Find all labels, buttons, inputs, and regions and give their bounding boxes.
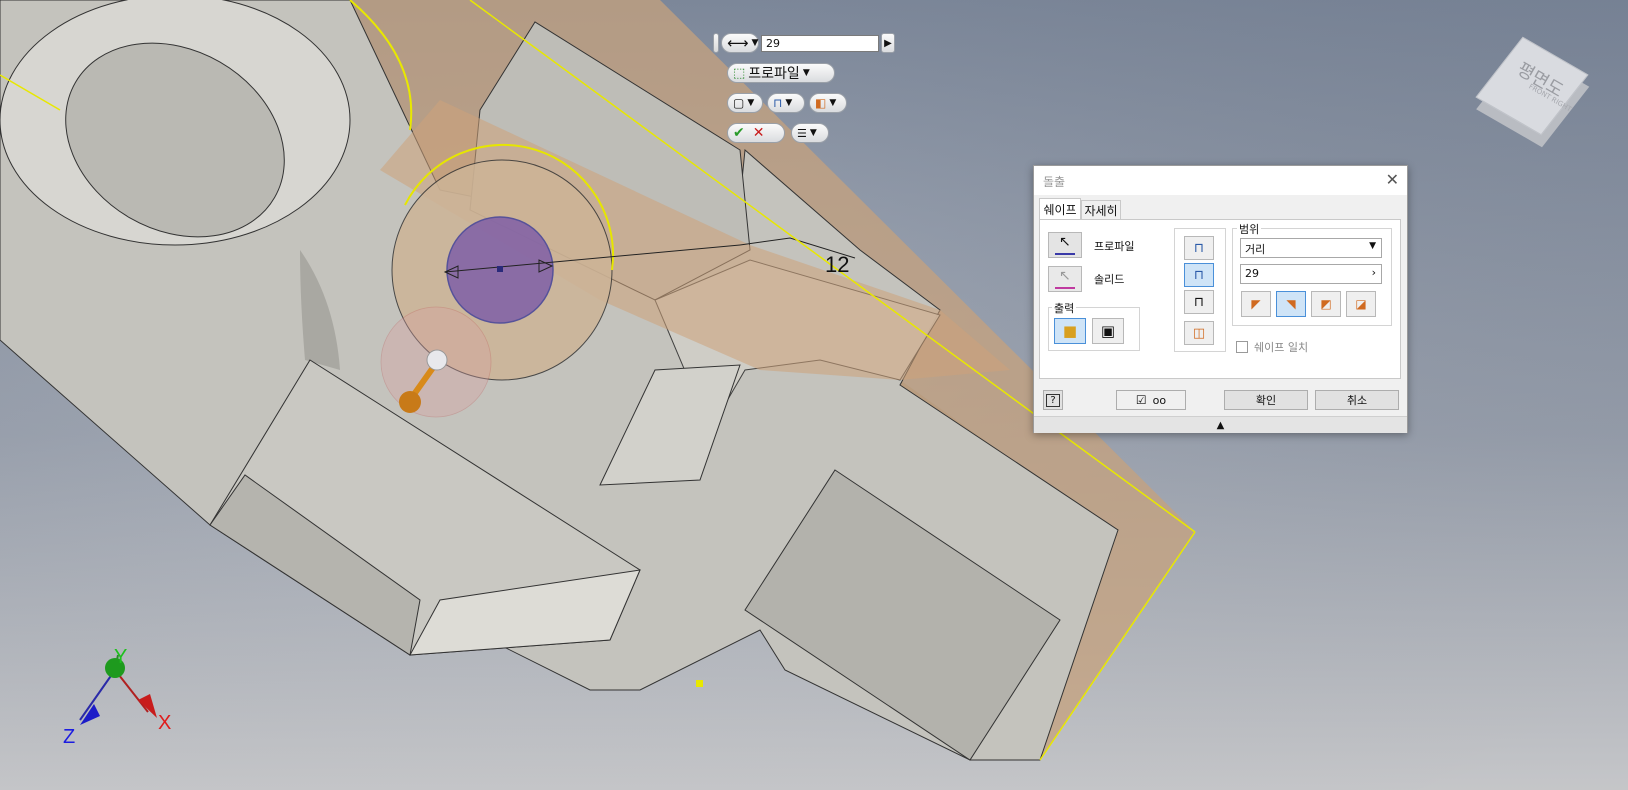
cut-icon: ⊓ [1193,267,1205,283]
shape-panel: ↖ 프로파일 ↖ 솔리드 출력 ■ ▣ ⊓ ⊓ ⊓ ◫ 범위 거리 ▼ 29 ›… [1039,219,1401,379]
mini-toolbar-options: ▢ ▼ ⊓ ▼ ◧ ▼ [727,93,847,113]
checkbox-checked-icon: ☑ [1135,393,1147,407]
mini-toolbar-commit: ✔ ✕ ☰ ▼ [727,123,829,143]
axis-y-label: Y [114,646,128,668]
surface-cube-icon: ▣ [1100,322,1116,340]
profile-label: 프로파일 [1094,240,1135,253]
close-icon[interactable]: ✕ [753,125,765,141]
intersect-button[interactable]: ⊓ [1184,290,1214,314]
chevron-down-icon: ▼ [802,68,810,78]
close-icon[interactable]: ✕ [1386,170,1399,189]
chevron-down-icon: ▼ [785,98,793,108]
cancel-button[interactable]: 취소 [1315,390,1399,410]
direction-asymmetric-icon: ◪ [1355,297,1367,311]
output-group-title: 출력 [1052,300,1077,316]
mini-toolbar-grip[interactable] [713,33,719,53]
profile-select-icon: ⬚ [733,65,746,81]
expand-dialog-button[interactable]: ▲ [1034,416,1407,433]
direction-flipped-icon: ◥ [1286,297,1296,311]
extent-distance-value: 29 [1245,267,1259,280]
view-cube[interactable]: 평면도 FRONT RIGHT [1475,30,1598,140]
axis-x-label: X [158,712,172,734]
solid-label: 솔리드 [1094,273,1125,286]
new-solid-icon: ◫ [1192,325,1206,341]
output-dropdown[interactable]: ▢ ▼ [727,93,763,113]
chevron-down-icon: ▼ [809,128,817,138]
tab-shape[interactable]: 쉐이프 [1039,198,1081,220]
play-icon: ▶ [884,37,892,49]
chevron-down-icon: ▼ [747,98,755,108]
help-icon: ? [1046,393,1060,407]
list-icon: ☰ [797,126,807,140]
arrow-cursor-icon: ↖ [1059,268,1071,284]
ok-cancel-group: ✔ ✕ [727,123,785,143]
operation-dropdown[interactable]: ⊓ ▼ [767,93,805,113]
direction-symmetric-icon: ◩ [1320,297,1332,311]
join-button[interactable]: ⊓ [1184,236,1214,260]
direction-dropdown[interactable]: ◧ ▼ [809,93,847,113]
direction-default-icon: ◤ [1251,297,1261,311]
check-icon[interactable]: ✔ [733,125,745,141]
solid-cube-icon: ■ [1062,322,1078,340]
solid-selector-button[interactable]: ↖ [1048,266,1082,292]
match-shape-label: 쉐이프 일치 [1254,341,1309,354]
distance-icon: ⟷ [727,34,749,52]
axis-z-label: Z [63,726,76,748]
distance-input[interactable]: 29 [761,34,879,52]
profile-select-label: 프로파일 [748,66,800,82]
direction-flipped-button[interactable]: ◥ [1276,291,1306,317]
match-shape-checkbox[interactable] [1236,341,1248,353]
join-icon: ⊓ [773,96,783,110]
ok-button[interactable]: 확인 [1224,390,1308,410]
direction-symmetric-button[interactable]: ◩ [1311,291,1341,317]
mini-toolbar-profile: ⬚ 프로파일 ▼ [727,63,835,83]
solid-icon: ▢ [733,96,745,110]
dialog-titlebar[interactable]: 돌출 ✕ [1034,166,1407,195]
extrude-dialog: 돌출 ✕ 쉐이프 자세히 ↖ 프로파일 ↖ 솔리드 출력 ■ ▣ ⊓ ⊓ ⊓ ◫… [1033,165,1408,433]
mini-toolbar-distance: ⟷ ▼ 29 ▶ [713,33,895,53]
extent-type-select[interactable]: 거리 ▼ [1240,238,1382,258]
direction-icon: ◧ [815,96,827,110]
dimension-label[interactable]: 12 [825,252,849,278]
surface-output-button[interactable]: ▣ [1092,318,1124,344]
profile-underline [1055,253,1075,255]
chevron-right-icon: › [1371,266,1376,279]
direction-asymmetric-button[interactable]: ◪ [1346,291,1376,317]
help-button[interactable]: ? [1043,390,1063,410]
solid-output-button[interactable]: ■ [1054,318,1086,344]
arrow-cursor-icon: ↖ [1059,234,1071,250]
extent-type-dropdown[interactable]: ⟷ ▼ [721,33,759,53]
chevron-down-icon: ▼ [829,98,837,108]
chevron-down-icon: ▼ [1369,241,1376,251]
extent-distance-input[interactable]: 29 › [1240,264,1382,284]
options-dropdown[interactable]: ☰ ▼ [791,123,829,143]
chevron-up-icon: ▲ [1216,420,1225,431]
dialog-title: 돌출 [1043,175,1066,189]
preview-toggle[interactable]: ☑ oo [1116,390,1186,410]
join-icon: ⊓ [1193,240,1205,256]
intersect-icon: ⊓ [1193,294,1205,310]
distance-flyout-button[interactable]: ▶ [881,33,895,53]
profile-select-button[interactable]: ⬚ 프로파일 ▼ [727,63,835,83]
extent-type-value: 거리 [1245,243,1266,256]
tab-more[interactable]: 자세히 [1081,200,1121,220]
glasses-icon: oo [1152,393,1167,407]
new-solid-button[interactable]: ◫ [1184,321,1214,345]
direction-default-button[interactable]: ◤ [1241,291,1271,317]
cut-button[interactable]: ⊓ [1184,263,1214,287]
chevron-down-icon: ▼ [751,38,759,48]
solid-underline [1055,287,1075,289]
extent-group-title: 범위 [1237,221,1262,237]
profile-selector-button[interactable]: ↖ [1048,232,1082,258]
